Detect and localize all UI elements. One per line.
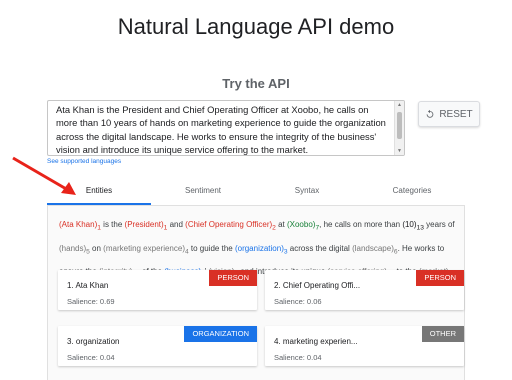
entity-index: 7 xyxy=(315,224,320,232)
entity-type-badge: OTHER xyxy=(421,326,464,342)
entity-index: 1 xyxy=(97,224,101,232)
page-title: Natural Language API demo xyxy=(117,14,395,39)
tab-categories[interactable]: Categories xyxy=(359,182,465,205)
entity-name: 2. Chief Operating Offi... xyxy=(274,281,361,290)
entity-type-badge: PERSON xyxy=(416,270,464,286)
entity-index: 4 xyxy=(184,248,189,256)
entity-name: 3. organization xyxy=(67,337,120,346)
vertical-scrollbar[interactable]: ▲ ▼ xyxy=(394,101,404,155)
text-input-area[interactable]: Ata Khan is the President and Chief Oper… xyxy=(47,100,405,156)
entity-card: 4. marketing experien... Salience: 0.04 … xyxy=(265,326,464,366)
tab-entities[interactable]: Entities xyxy=(47,182,151,205)
entity-index: 5 xyxy=(86,248,90,256)
entity-mention: (marketing experience)4 xyxy=(103,243,189,256)
entity-salience: Salience: 0.69 xyxy=(67,297,115,306)
tab-sentiment[interactable]: Sentiment xyxy=(151,182,255,205)
entity-name: 1. Ata Khan xyxy=(67,281,109,290)
entity-mention: (hands)5 xyxy=(59,243,90,256)
entity-index: 13 xyxy=(416,224,424,232)
entity-mention: (organization)3 xyxy=(234,243,288,256)
entity-mention: (President)1 xyxy=(124,220,168,232)
try-api-title: Try the API xyxy=(222,76,290,91)
entity-card: 1. Ata Khan Salience: 0.69 PERSON xyxy=(58,270,257,310)
entity-type-badge: PERSON xyxy=(209,270,257,286)
entity-type-badge: ORGANIZATION xyxy=(184,326,257,342)
reset-label: RESET xyxy=(439,108,473,120)
entity-mention: (Ata Khan)1 xyxy=(59,220,101,232)
entity-name: 4. marketing experien... xyxy=(274,337,358,346)
entity-mention: (Chief Operating Officer)2 xyxy=(185,220,276,232)
reset-icon xyxy=(426,109,434,118)
tab-syntax[interactable]: Syntax xyxy=(255,182,359,205)
entity-index: 3 xyxy=(283,248,288,256)
entity-index: 6 xyxy=(393,248,398,256)
entity-mention: (Xoobo)7 xyxy=(286,220,320,232)
entity-index: 2 xyxy=(272,224,276,232)
entities-result-panel: (Ata Khan)1 is the (President)1 and (Chi… xyxy=(47,205,465,380)
analysis-tabs: Entities Sentiment Syntax Categories xyxy=(47,182,465,205)
reset-button[interactable]: RESET xyxy=(418,101,480,127)
entity-salience: Salience: 0.04 xyxy=(274,353,322,362)
scroll-thumb[interactable] xyxy=(397,112,402,139)
entity-salience: Salience: 0.04 xyxy=(67,353,115,362)
entity-mention: (10)13 xyxy=(402,220,424,232)
text-input-content[interactable]: Ata Khan is the President and Chief Oper… xyxy=(56,103,392,155)
scroll-up-icon[interactable]: ▲ xyxy=(397,102,402,108)
scroll-down-icon[interactable]: ▼ xyxy=(397,148,402,154)
entity-card: 2. Chief Operating Offi... Salience: 0.0… xyxy=(265,270,464,310)
entity-mention: (landscape)6 xyxy=(352,243,398,256)
entity-card: 3. organization Salience: 0.04 ORGANIZAT… xyxy=(58,326,257,366)
entity-index: 1 xyxy=(163,224,168,232)
entity-salience: Salience: 0.06 xyxy=(274,297,322,306)
